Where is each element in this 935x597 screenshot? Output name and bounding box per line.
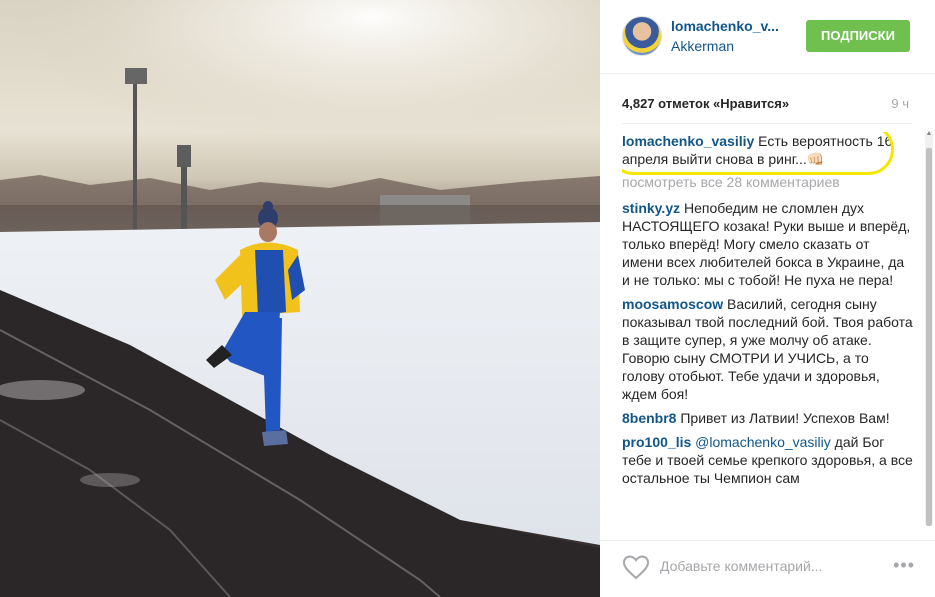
post-photo[interactable]: [0, 0, 600, 597]
photo-illustration: [0, 0, 600, 597]
avatar-icon[interactable]: [622, 16, 662, 56]
comment-username[interactable]: moosamoscow: [622, 296, 723, 312]
scrollbar-thumb[interactable]: [926, 148, 932, 526]
comment-item: 8benbr8 Привет из Латвии! Успехов Вам!: [622, 409, 914, 427]
comment-item: moosamoscow Василий, сегодня сыну показы…: [622, 295, 914, 403]
comment-item: pro100_lis @lomachenko_vasiliy дай Бог т…: [622, 433, 914, 487]
post-header: lomachenko_v... Akkerman ПОДПИСКИ: [600, 0, 935, 74]
follow-button[interactable]: ПОДПИСКИ: [806, 20, 910, 52]
comment-username[interactable]: stinky.yz: [622, 200, 680, 216]
comment-item: stinky.yz Непобедим не сломлен дух НАСТО…: [622, 199, 914, 289]
post-sidebar: lomachenko_v... Akkerman ПОДПИСКИ 4,827 …: [600, 0, 935, 597]
post-time[interactable]: 9 ч: [891, 96, 909, 111]
divider: [622, 123, 912, 124]
add-comment-input[interactable]: [660, 555, 870, 577]
author-username[interactable]: lomachenko_v...: [671, 18, 791, 34]
post-footer: •••: [600, 540, 935, 597]
likes-count[interactable]: 4,827 отметок «Нравится»: [622, 96, 789, 111]
post-caption: lomachenko_vasiliy Есть вероятность 16 а…: [622, 132, 914, 175]
post-location[interactable]: Akkerman: [671, 38, 734, 54]
comment-text: Привет из Латвии! Успехов Вам!: [676, 410, 890, 426]
comment-username[interactable]: pro100_lis: [622, 434, 691, 450]
view-all-comments-link[interactable]: посмотреть все 28 комментариев: [622, 173, 914, 191]
scroll-up-arrow-icon[interactable]: ▲: [925, 130, 933, 138]
likes-row: 4,827 отметок «Нравится» 9 ч: [600, 74, 935, 124]
comment-username[interactable]: 8benbr8: [622, 410, 676, 426]
heart-icon[interactable]: [622, 554, 650, 580]
comment-mention[interactable]: @lomachenko_vasiliy: [695, 434, 831, 450]
comments-list: lomachenko_vasiliy Есть вероятность 16 а…: [622, 132, 914, 524]
more-options-icon[interactable]: •••: [893, 555, 915, 576]
caption-username[interactable]: lomachenko_vasiliy: [622, 133, 754, 149]
